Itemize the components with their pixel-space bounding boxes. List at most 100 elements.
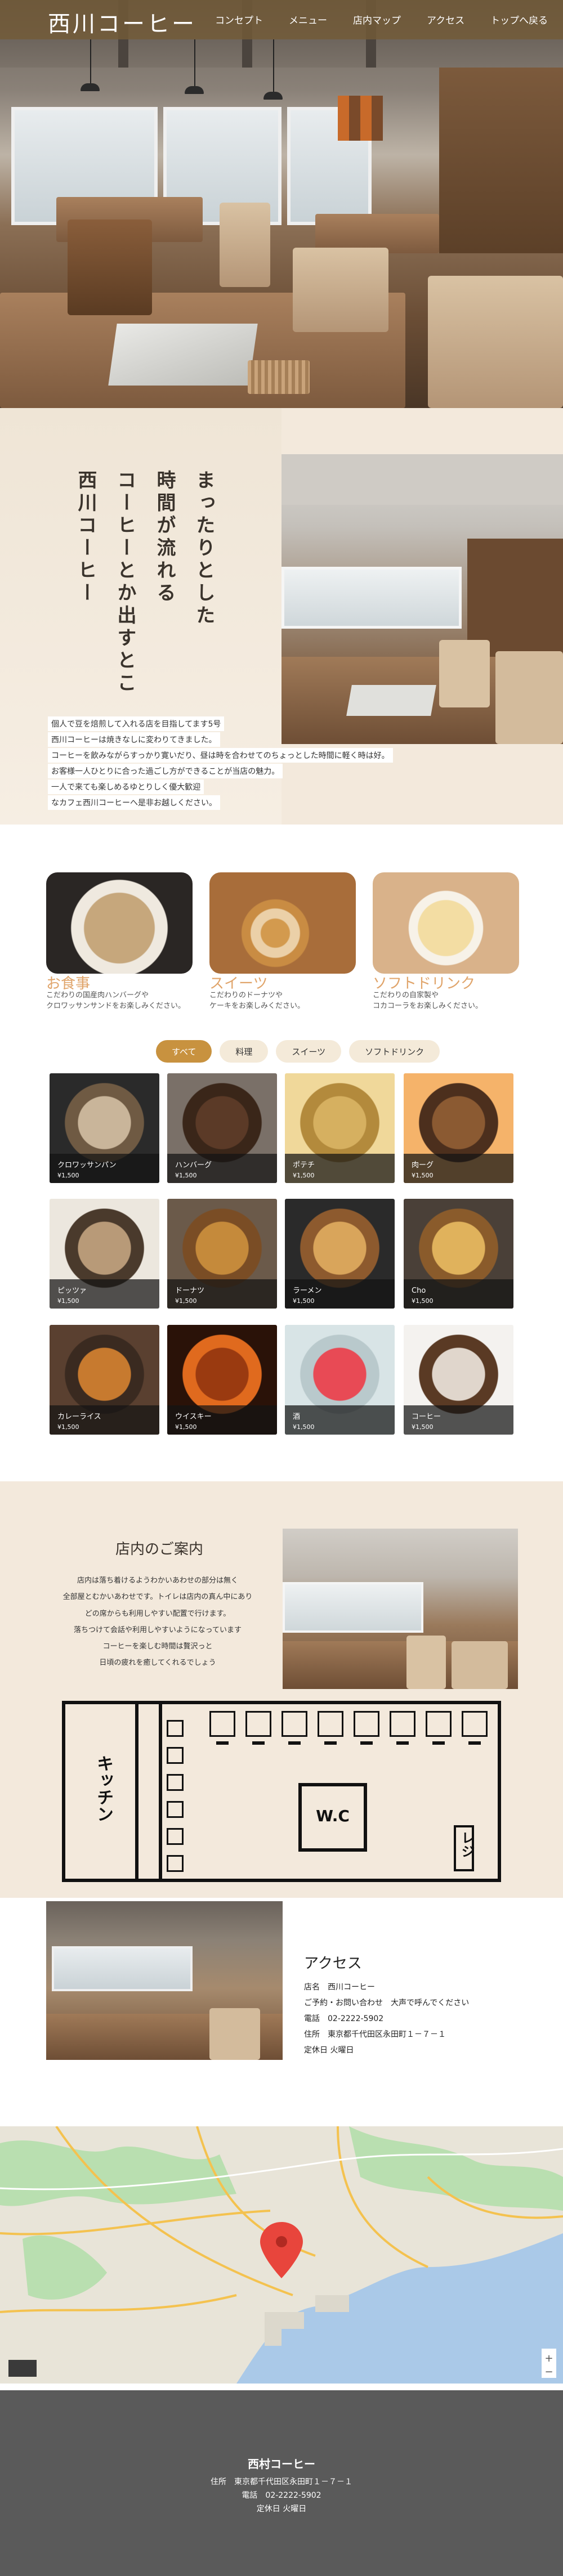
floor-seat-bar bbox=[216, 1741, 229, 1745]
floor-counter-seat bbox=[167, 1747, 184, 1764]
access-line: 電話 02-2222-5902 bbox=[304, 2014, 384, 2023]
menu-item-card[interactable]: ピッツァ ¥1,500 bbox=[50, 1199, 159, 1309]
access-photo-window bbox=[52, 1946, 193, 1991]
nav-menu[interactable]: メニュー bbox=[289, 12, 327, 26]
map-zoom-out-icon[interactable]: − bbox=[544, 2366, 553, 2378]
menu-item-card[interactable]: ポテチ ¥1,500 bbox=[285, 1073, 395, 1183]
menu-item-card[interactable]: コーヒー ¥1,500 bbox=[404, 1325, 513, 1435]
floor-register: レジ bbox=[454, 1825, 475, 1871]
site-logo[interactable]: 西川コーヒー bbox=[48, 6, 196, 38]
access-photo-chair bbox=[209, 2008, 260, 2060]
hero-chair bbox=[293, 248, 388, 332]
floor-seat-bar bbox=[468, 1741, 481, 1745]
concept-body-line: お客様一人ひとりに合った過ごし方ができることが当店の魅力。 bbox=[48, 764, 283, 778]
access-line: 店名 西川コーヒー bbox=[304, 1983, 375, 1992]
floor-table bbox=[209, 1711, 235, 1737]
menu-item-card[interactable]: ハンバーグ ¥1,500 bbox=[167, 1073, 277, 1183]
access-line: 定休日 火曜日 bbox=[304, 2046, 354, 2055]
menu-item-name: クロワッサンパン bbox=[57, 1161, 117, 1170]
category-food-title[interactable]: お食事 bbox=[46, 972, 90, 993]
footer-line: 定休日 火曜日 bbox=[256, 2505, 307, 2514]
floor-photo-chair bbox=[452, 1641, 508, 1689]
category-desc-line: ケーキをお楽しみください。 bbox=[209, 1001, 305, 1010]
floor-seat-bar bbox=[324, 1741, 337, 1745]
nav-back-to-top[interactable]: トップへ戻る bbox=[490, 12, 548, 26]
concept-body-line: コーヒーを飲みながらすっかり寛いだり、昼は時を合わせてのちょっとした時間に軽く時… bbox=[48, 748, 393, 763]
filter-tab-sweets[interactable]: スイーツ bbox=[276, 1040, 342, 1063]
floor-counter-seat bbox=[167, 1855, 184, 1872]
floor-seat-bar bbox=[396, 1741, 409, 1745]
map-zoom-in-icon[interactable]: + bbox=[544, 2353, 553, 2364]
concept-body-line: 個人で豆を焙煎して入れる店を目指してます5号 bbox=[48, 716, 225, 731]
concept-cafe-photo bbox=[282, 454, 563, 744]
menu-item-card[interactable]: ウイスキー ¥1,500 bbox=[167, 1325, 277, 1435]
category-food-image[interactable] bbox=[46, 872, 193, 974]
concept-window bbox=[282, 567, 462, 629]
floor-counter-seat bbox=[167, 1720, 184, 1737]
menu-item-name: ドーナツ bbox=[175, 1287, 205, 1295]
filter-tab-drinks[interactable]: ソフトドリンク bbox=[349, 1040, 440, 1063]
hero-lamp-shade bbox=[263, 92, 283, 100]
menu-item-price: ¥1,500 bbox=[412, 1172, 434, 1179]
menu-item-card[interactable]: クロワッサンパン ¥1,500 bbox=[50, 1073, 159, 1183]
concept-ceiling bbox=[282, 454, 563, 505]
concept-headline-line: コーヒーとか出すとこ bbox=[114, 470, 136, 695]
category-drinks-title[interactable]: ソフトドリンク bbox=[373, 972, 475, 993]
floor-wc: W.C bbox=[298, 1783, 367, 1852]
map-layer-thumbnail[interactable] bbox=[8, 2360, 37, 2377]
category-drinks-image[interactable] bbox=[373, 872, 519, 974]
menu-item-card[interactable]: カレーライス ¥1,500 bbox=[50, 1325, 159, 1435]
concept-headline-line: 西川コーヒー bbox=[74, 470, 97, 605]
menu-item-name: カレーライス bbox=[57, 1413, 101, 1421]
register-label: レジ bbox=[459, 1831, 475, 1858]
hero-lamp bbox=[273, 39, 274, 93]
site-footer: 西村コーヒー 住所 東京都千代田区永田町１－７－１ 電話 02-2222-590… bbox=[0, 2390, 563, 2576]
hero-counter bbox=[439, 68, 563, 253]
floor-seat-bar bbox=[288, 1741, 301, 1745]
hero-chair bbox=[68, 219, 152, 315]
menu-item-name: コーヒー bbox=[412, 1413, 441, 1421]
nav-access[interactable]: アクセス bbox=[427, 12, 464, 26]
floor-counter-line bbox=[159, 1704, 162, 1879]
top-navigation-bar: 西川コーヒー コンセプト メニュー 店内マップ アクセス トップへ戻る bbox=[0, 0, 563, 39]
nav-store-map[interactable]: 店内マップ bbox=[353, 12, 401, 26]
concept-section: まったりとした 時間が流れる コーヒーとか出すとこ 西川コーヒー 個人で豆を焙煎… bbox=[0, 408, 563, 825]
category-desc-line: こだわりの自家製や bbox=[373, 991, 439, 1000]
category-sweets-image[interactable] bbox=[209, 872, 356, 974]
category-desc-line: クロワッサンサンドをお楽しみください。 bbox=[46, 1001, 186, 1010]
filter-tab-food[interactable]: 料理 bbox=[220, 1040, 269, 1063]
access-map[interactable]: + − bbox=[0, 2126, 563, 2384]
concept-body-line: 西川コーヒーは焼きなしに変わりてきました。 bbox=[48, 732, 220, 747]
floor-kitchen: キッチン bbox=[65, 1704, 138, 1879]
access-title: アクセス bbox=[304, 1955, 362, 1972]
filter-tab-all[interactable]: すべて bbox=[156, 1040, 212, 1063]
hero-chair bbox=[220, 203, 270, 287]
floor-counter-seat bbox=[167, 1774, 184, 1791]
concept-body-line: 一人で来ても楽しめるゆとりしく優大歓迎 bbox=[48, 779, 204, 794]
hero-lamp-shade bbox=[81, 83, 100, 91]
menu-item-card[interactable]: Cho ¥1,500 bbox=[404, 1199, 513, 1309]
menu-item-price: ¥1,500 bbox=[293, 1423, 315, 1431]
floor-counter-seat bbox=[167, 1828, 184, 1845]
menu-item-price: ¥1,500 bbox=[175, 1172, 197, 1179]
nav-concept[interactable]: コンセプト bbox=[215, 12, 263, 26]
category-desc-line: こだわりのドーナツや bbox=[209, 991, 283, 1000]
menu-item-card[interactable]: ドーナツ ¥1,500 bbox=[167, 1199, 277, 1309]
menu-item-price: ¥1,500 bbox=[175, 1423, 197, 1431]
menu-item-card[interactable]: ラーメン ¥1,500 bbox=[285, 1199, 395, 1309]
category-desc-line: こだわりの国産肉ハンバーグや bbox=[46, 991, 149, 1000]
floor-body-line: コーヒーを楽しむ時間は贅沢っと bbox=[102, 1642, 213, 1651]
floor-counter-seat bbox=[167, 1801, 184, 1818]
category-sweets-title[interactable]: スイーツ bbox=[209, 972, 267, 993]
menu-item-card[interactable]: 肉ーグ ¥1,500 bbox=[404, 1073, 513, 1183]
floor-body-line: 店内は落ち着けるようわかいあわせの部分は無く bbox=[77, 1576, 238, 1585]
category-food-desc: こだわりの国産肉ハンバーグや クロワッサンサンドをお楽しみください。 bbox=[46, 991, 185, 1012]
menu-item-card[interactable]: 酒 ¥1,500 bbox=[285, 1325, 395, 1435]
menu-item-name: ウイスキー bbox=[175, 1413, 212, 1421]
menu-item-name: ラーメン bbox=[293, 1287, 322, 1295]
floor-photo bbox=[283, 1529, 518, 1689]
floor-body-line: どの席からも利用しやすい配置で行けます。 bbox=[84, 1609, 231, 1618]
concept-headline-line: まったりとした bbox=[193, 470, 215, 628]
floor-seat-bar bbox=[360, 1741, 373, 1745]
menu-item-name: ポテチ bbox=[293, 1161, 315, 1170]
